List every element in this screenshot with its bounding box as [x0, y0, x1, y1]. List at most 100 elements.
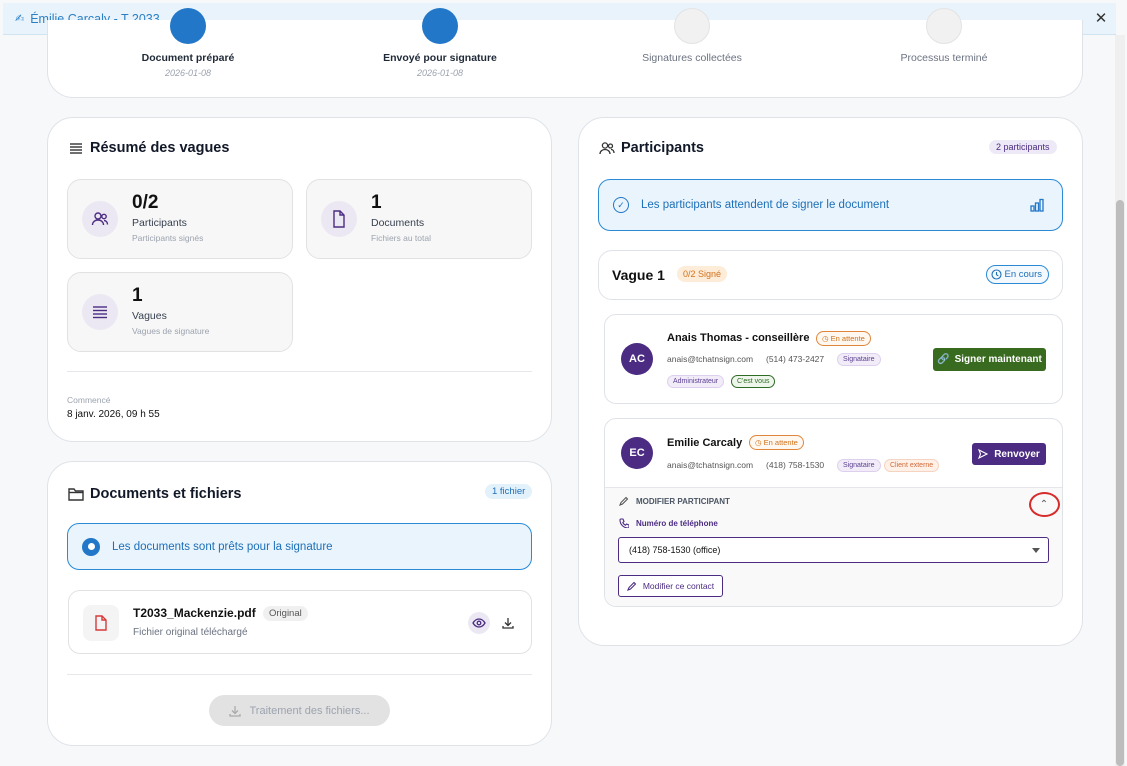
stat-sub: Fichiers au total — [371, 233, 431, 243]
wave-status-text: En cours — [1004, 269, 1043, 280]
you-badge: C'est vous — [731, 375, 776, 388]
step-label: Signatures collectées — [642, 52, 742, 64]
edit-contact-button[interactable]: Modifier ce contact — [618, 575, 723, 597]
divider — [67, 371, 532, 372]
layers-icon — [82, 294, 118, 330]
role-badge: Signataire — [837, 353, 881, 366]
pdf-file-icon — [83, 605, 119, 641]
role-badge: Signataire — [837, 459, 881, 472]
folder-icon — [68, 486, 84, 502]
stat-name: Vagues — [132, 310, 167, 322]
stat-name: Participants — [132, 217, 187, 229]
download-icon[interactable] — [497, 612, 519, 634]
step-pending-icon — [674, 8, 710, 44]
phone-select[interactable]: (418) 758-1530 (office) — [618, 537, 1049, 563]
stat-value: 1 — [132, 285, 143, 306]
phone-select-value: (418) 758-1530 (office) — [629, 545, 721, 555]
card-title-text: Résumé des vagues — [90, 140, 230, 156]
chevron-down-icon — [1032, 548, 1040, 553]
clock-icon — [990, 269, 1002, 280]
documents-card: Documents et fichiers 1 fichier Les docu… — [47, 461, 552, 746]
status-badge: ◷ En attente — [816, 331, 871, 346]
check-circle-icon: ✓ — [613, 197, 629, 213]
card-title-text: Documents et fichiers — [90, 486, 242, 502]
documents-title: Documents et fichiers — [68, 486, 242, 502]
wave-status-badge: En cours — [985, 265, 1049, 284]
scrollbar-thumb[interactable] — [1116, 200, 1124, 766]
preview-eye-icon[interactable] — [468, 612, 490, 634]
process-files-label: Traitement des fichiers... — [249, 704, 370, 717]
step-label: Document préparé — [141, 52, 235, 64]
divider — [67, 674, 532, 675]
step-pending-icon — [926, 8, 962, 44]
step-label: Processus terminé — [900, 52, 988, 64]
edit-participant-section: MODIFIER PARTICIPANT ⌃ Numéro de télépho… — [605, 487, 1062, 606]
started-label: Commencé — [67, 395, 111, 405]
list-icon — [68, 140, 84, 156]
stat-sub: Participants signés — [132, 233, 204, 243]
stat-value: 0/2 — [132, 192, 159, 213]
participant-phone: (418) 758-1530 — [766, 460, 825, 470]
participants-waiting-text: Les participants attendent de signer le … — [641, 199, 890, 211]
document-icon — [321, 201, 357, 237]
bar-chart-icon — [1030, 198, 1044, 217]
close-icon[interactable]: ✕ — [1092, 10, 1110, 28]
stat-waves: 1 Vagues Vagues de signature — [67, 272, 293, 352]
documents-ready-text: Les documents sont prêts pour la signatu… — [112, 540, 333, 553]
participant-email: anais@tchatnsign.com — [667, 460, 754, 470]
participant-name: Emilie Carcaly — [667, 437, 743, 449]
file-row: T2033_Mackenzie.pdf Original Fichier ori… — [68, 590, 532, 654]
participant-email: anais@tchatnsign.com — [667, 354, 754, 364]
wave-summary-title: Résumé des vagues — [68, 140, 229, 156]
wave-header[interactable]: Vague 1 0/2 Signé En cours — [598, 250, 1063, 300]
participants-card: Participants 2 participants ✓ Les partic… — [578, 117, 1083, 646]
participants-waiting-alert: ✓ Les participants attendent de signer l… — [598, 179, 1063, 231]
stat-documents: 1 Documents Fichiers au total — [306, 179, 532, 259]
stat-sub: Vagues de signature — [132, 326, 210, 336]
participant-name: Anais Thomas - conseillère — [667, 332, 810, 344]
step-date: 2026-01-08 — [164, 68, 212, 78]
avatar: EC — [621, 437, 653, 469]
stat-name: Documents — [371, 217, 425, 229]
step-label: Envoyé pour signature — [383, 52, 497, 64]
participant-card: AC Anais Thomas - conseillère ◷ En atten… — [604, 314, 1063, 404]
phone-label: Numéro de téléphone — [619, 518, 718, 528]
participant-card: EC Emilie Carcaly ◷ En attente anais@tch… — [604, 418, 1063, 607]
documents-ready-alert: Les documents sont prêts pour la signatu… — [67, 523, 532, 570]
resend-button[interactable]: Renvoyer — [972, 443, 1046, 465]
sign-now-label: Signer maintenant — [954, 354, 1042, 365]
process-files-button[interactable]: Traitement des fichiers... — [209, 695, 390, 726]
sign-now-button[interactable]: 🔗 Signer maintenant — [933, 348, 1046, 371]
file-name: T2033_Mackenzie.pdf — [133, 606, 256, 620]
users-icon — [599, 140, 615, 156]
file-count-badge: 1 fichier — [485, 484, 533, 499]
send-icon — [978, 449, 989, 459]
highlight-circle — [1029, 492, 1060, 517]
admin-badge: Administrateur — [667, 375, 725, 388]
wave-signed-badge: 0/2 Signé — [677, 266, 728, 282]
resend-label: Renvoyer — [994, 448, 1040, 460]
step-done-icon — [170, 8, 206, 44]
step-date: 2026-01-08 — [416, 68, 464, 78]
download-icon — [229, 705, 242, 717]
signature-icon: ✍ — [15, 13, 25, 25]
step-done-icon — [422, 8, 458, 44]
stat-value: 1 — [371, 192, 382, 213]
participants-count-badge: 2 participants — [989, 140, 1057, 154]
external-client-badge: Client externe — [884, 459, 940, 472]
edit-participant-heading: MODIFIER PARTICIPANT — [619, 496, 730, 506]
started-value: 8 janv. 2026, 09 h 55 — [67, 409, 160, 420]
file-subtext: Fichier original téléchargé — [133, 627, 248, 638]
status-badge: ◷ En attente — [749, 435, 804, 450]
stat-participants: 0/2 Participants Participants signés — [67, 179, 293, 259]
card-title-text: Participants — [621, 140, 704, 156]
avatar: AC — [621, 343, 653, 375]
pencil-icon — [626, 581, 637, 591]
wave-title: Vague 1 — [612, 267, 665, 283]
phone-icon — [619, 518, 629, 528]
users-icon — [82, 201, 118, 237]
edit-contact-label: Modifier ce contact — [642, 581, 715, 591]
pencil-icon — [619, 496, 629, 506]
wave-summary-card: Résumé des vagues 0/2 Participants Parti… — [47, 117, 552, 442]
file-tag: Original — [263, 606, 308, 621]
